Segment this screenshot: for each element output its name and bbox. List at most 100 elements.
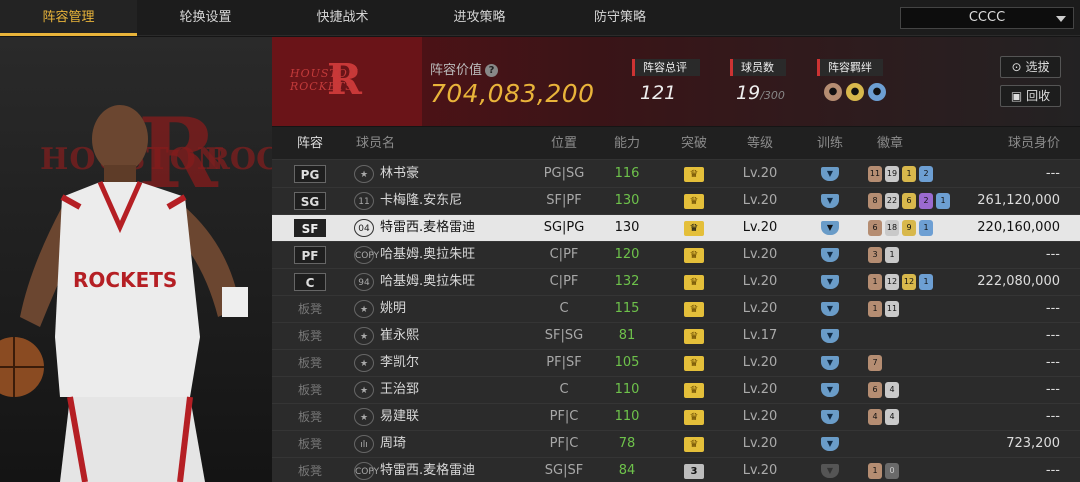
badge-icon[interactable]: 1 (936, 193, 950, 209)
lineup-slot[interactable]: 板凳 (294, 462, 326, 480)
table-row[interactable]: 板凳 ılı 周琦 PF|C 78 ♛ Lv.20 ▼ 723,200 (272, 431, 1080, 458)
player-name[interactable]: 哈基姆.奥拉朱旺 (380, 269, 475, 295)
lineup-slot[interactable]: 板凳 (294, 300, 326, 318)
lineup-slot[interactable]: 板凳 (294, 408, 326, 426)
lineup-slot[interactable]: 板凳 (294, 327, 326, 345)
player-name[interactable]: 王治郅 (380, 377, 419, 403)
table-row[interactable]: PF COPY 哈基姆.奥拉朱旺 C|PF 120 ♛ Lv.20 ▼ 3 1 --- (272, 242, 1080, 269)
training-icon[interactable]: ▼ (821, 167, 839, 181)
crown-icon[interactable]: ♛ (684, 248, 704, 263)
lineup-slot[interactable]: SF (294, 219, 326, 237)
table-row[interactable]: SG 11 卡梅隆.安东尼 SF|PF 130 ♛ Lv.20 ▼ 8 22 6 2 1 261,120,… (272, 188, 1080, 215)
training-icon[interactable]: ▼ (821, 464, 839, 478)
crown-icon[interactable]: ♛ (684, 329, 704, 344)
badge-icon[interactable]: 6 (868, 220, 882, 236)
player-name[interactable]: 周琦 (380, 431, 406, 457)
crown-icon[interactable]: ♛ (684, 302, 704, 317)
crown-icon[interactable]: ♛ (684, 410, 704, 425)
table-row[interactable]: 板凳 ★ 易建联 PF|C 110 ♛ Lv.20 ▼ 4 4 --- (272, 404, 1080, 431)
team-select-dropdown[interactable]: CCCC (900, 7, 1074, 29)
badge-icon[interactable]: 1 (868, 463, 882, 479)
badge-icon[interactable]: 1 (868, 301, 882, 317)
crown-icon[interactable]: ♛ (684, 437, 704, 452)
player-name[interactable]: 特雷西.麦格雷迪 (380, 215, 475, 241)
training-icon[interactable]: ▼ (821, 275, 839, 289)
training-icon[interactable]: ▼ (821, 194, 839, 208)
badge-icon[interactable]: 1 (885, 247, 899, 263)
badge-icon[interactable]: 1 (868, 274, 882, 290)
table-row[interactable]: 板凳 ★ 姚明 C 115 ♛ Lv.20 ▼ 1 11 --- (272, 296, 1080, 323)
badge-icon[interactable]: 8 (868, 193, 882, 209)
training-icon[interactable]: ▼ (821, 410, 839, 424)
table-row[interactable]: C 94 哈基姆.奥拉朱旺 C|PF 132 ♛ Lv.20 ▼ 1 12 12 1 222,080,0… (272, 269, 1080, 296)
crown-icon[interactable]: ♛ (684, 221, 704, 236)
badge-icon[interactable]: 4 (885, 382, 899, 398)
player-name[interactable]: 哈基姆.奥拉朱旺 (380, 242, 475, 268)
lineup-slot[interactable]: C (294, 273, 326, 291)
player-name[interactable]: 姚明 (380, 296, 406, 322)
training-icon[interactable]: ▼ (821, 248, 839, 262)
breakthrough-level-icon[interactable]: 3 (684, 464, 704, 479)
crown-icon[interactable]: ♛ (684, 194, 704, 209)
badge-icon[interactable]: 6 (902, 193, 916, 209)
crown-icon[interactable]: ♛ (684, 167, 704, 182)
badge-icon[interactable]: 1 (919, 220, 933, 236)
lineup-slot[interactable]: 板凳 (294, 354, 326, 372)
badge-icon[interactable]: 1 (919, 274, 933, 290)
badge-icon[interactable]: 3 (868, 247, 882, 263)
badge-icon[interactable]: 19 (885, 166, 899, 182)
crown-icon[interactable]: ♛ (684, 356, 704, 371)
help-icon[interactable]: ? (485, 64, 499, 77)
badge-icon[interactable]: 12 (902, 274, 916, 290)
crown-icon[interactable]: ♛ (684, 275, 704, 290)
training-icon[interactable]: ▼ (821, 221, 839, 235)
recycle-button[interactable]: ▣ 回收 (1000, 85, 1061, 107)
player-name[interactable]: 易建联 (380, 404, 419, 430)
badge-icon[interactable]: 22 (885, 193, 899, 209)
player-name[interactable]: 李凯尔 (380, 350, 419, 376)
training-icon[interactable]: ▼ (821, 302, 839, 316)
tab-defense-strategy[interactable]: 防守策略 (548, 0, 692, 36)
badge-icon[interactable]: 0 (885, 463, 899, 479)
badge-icon[interactable]: 2 (919, 166, 933, 182)
table-row[interactable]: 板凳 ★ 崔永熙 SF|SG 81 ♛ Lv.17 ▼ --- (272, 323, 1080, 350)
tab-lineup-management[interactable]: 阵容管理 (0, 0, 137, 36)
chemistry-gold-icon[interactable]: ● (846, 83, 864, 101)
lineup-slot[interactable]: 板凳 (294, 381, 326, 399)
training-icon[interactable]: ▼ (821, 356, 839, 370)
badge-icon[interactable]: 11 (885, 301, 899, 317)
tab-rotation-settings[interactable]: 轮换设置 (137, 0, 274, 36)
player-name[interactable]: 特雷西.麦格雷迪 (380, 458, 475, 482)
badge-icon[interactable]: 1 (902, 166, 916, 182)
chemistry-bronze-icon[interactable]: ● (824, 83, 842, 101)
badge-icon[interactable]: 4 (868, 409, 882, 425)
badge-icon[interactable]: 11 (868, 166, 882, 182)
badge-icon[interactable]: 18 (885, 220, 899, 236)
badge-icon[interactable]: 9 (902, 220, 916, 236)
table-row[interactable]: PG ★ 林书豪 PG|SG 116 ♛ Lv.20 ▼ 11 19 1 2 --- (272, 161, 1080, 188)
table-row[interactable]: 板凳 ★ 李凯尔 PF|SF 105 ♛ Lv.20 ▼ 7 --- (272, 350, 1080, 377)
training-icon[interactable]: ▼ (821, 329, 839, 343)
lineup-slot[interactable]: PG (294, 165, 326, 183)
chemistry-blue-icon[interactable]: ● (868, 83, 886, 101)
player-name[interactable]: 卡梅隆.安东尼 (380, 188, 462, 214)
badge-icon[interactable]: 6 (868, 382, 882, 398)
crown-icon[interactable]: ♛ (684, 383, 704, 398)
table-row[interactable]: SF 04 特雷西.麦格雷迪 SG|PG 130 ♛ Lv.20 ▼ 6 18 9 1 220,160,… (272, 215, 1080, 242)
table-row[interactable]: 板凳 COPY 特雷西.麦格雷迪 SG|SF 84 3 Lv.20 ▼ 1 0 --- (272, 458, 1080, 482)
training-icon[interactable]: ▼ (821, 383, 839, 397)
training-icon[interactable]: ▼ (821, 437, 839, 451)
lineup-slot[interactable]: SG (294, 192, 326, 210)
table-row[interactable]: 板凳 ★ 王治郅 C 110 ♛ Lv.20 ▼ 6 4 --- (272, 377, 1080, 404)
tab-offense-strategy[interactable]: 进攻策略 (411, 0, 548, 36)
tab-quick-tactics[interactable]: 快捷战术 (274, 0, 411, 36)
lineup-slot[interactable]: 板凳 (294, 435, 326, 453)
player-name[interactable]: 崔永熙 (380, 323, 419, 349)
badge-icon[interactable]: 4 (885, 409, 899, 425)
badge-icon[interactable]: 12 (885, 274, 899, 290)
badge-icon[interactable]: 7 (868, 355, 882, 371)
badge-icon[interactable]: 2 (919, 193, 933, 209)
player-name[interactable]: 林书豪 (380, 161, 419, 187)
select-button[interactable]: ⊙ 选拔 (1000, 56, 1061, 78)
lineup-slot[interactable]: PF (294, 246, 326, 264)
